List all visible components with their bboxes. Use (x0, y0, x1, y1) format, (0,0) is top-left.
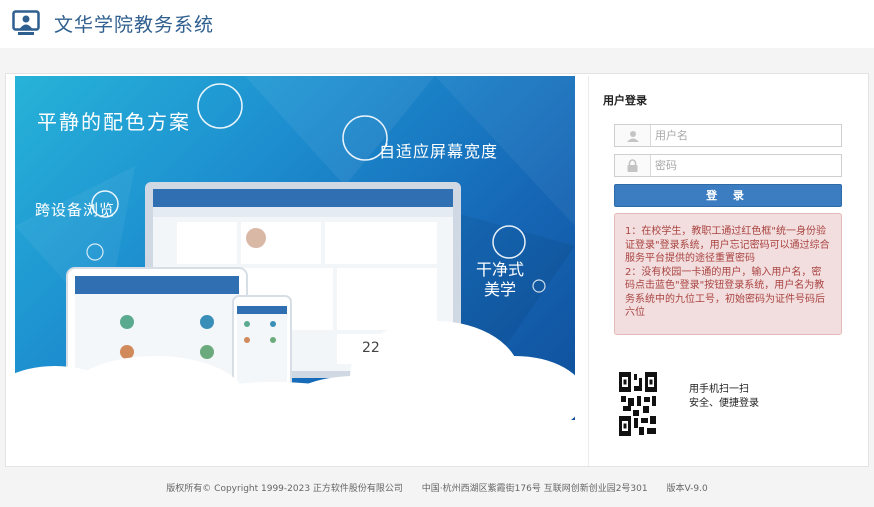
qr-caption: 用手机扫一扫 安全、便捷登录 (689, 383, 759, 411)
login-button[interactable]: 登 录 (614, 184, 842, 207)
page-footer: 版权所有© Copyright 1999-2023 正方软件股份有限公司 中国·… (0, 481, 874, 494)
login-notice: 1：在校学生，教职工通过红色框"统一身份验证登录"登录系统，用户忘记密码可以通过… (614, 213, 842, 335)
calendar-day: 22 (362, 340, 380, 356)
footer-copyright: 版权所有© Copyright 1999-2023 正方软件股份有限公司 (166, 484, 403, 494)
username-input[interactable] (655, 127, 835, 144)
footer-version: 版本V-9.0 (666, 484, 708, 494)
qr-caption-line-2: 安全、便捷登录 (689, 398, 759, 409)
system-title: 文华学院教务系统 (54, 14, 215, 36)
lock-icon (615, 155, 651, 176)
top-header: 文华学院教务系统 (0, 0, 874, 48)
username-field[interactable] (614, 124, 842, 147)
slogan-adaptive-width: 自适应屏幕宽度 (379, 142, 499, 161)
login-panel: 用户登录 登 录 1：在校学生，教职工通过红色框"统一身份验证登录"登录系统，用… (588, 76, 842, 466)
slogan-cross-device: 跨设备浏览 (35, 201, 116, 219)
qr-code-icon (619, 372, 657, 436)
login-title: 用户登录 (603, 94, 647, 107)
notice-item-1: 1：在校学生，教职工通过红色框"统一身份验证登录"登录系统，用户忘记密码可以通过… (625, 226, 830, 264)
password-field[interactable] (614, 154, 842, 177)
promo-banner: 22 平静的配色方案 自适应屏幕宽度 跨设备浏览 干净式美学 (15, 76, 575, 420)
notice-item-2: 2：没有校园一卡通的用户，输入用户名，密码点击蓝色"登录"按钮登录系统，用户名为… (625, 266, 825, 319)
footer-address: 中国·杭州西湖区紫霞街176号 互联网创新创业园2号301 (421, 484, 648, 494)
slogan-color-scheme: 平静的配色方案 (37, 110, 191, 134)
monitor-user-icon (12, 10, 40, 35)
password-input[interactable] (655, 157, 835, 174)
qr-caption-line-1: 用手机扫一扫 (689, 384, 749, 395)
user-icon (615, 125, 651, 146)
slogan-clean-aesthetics: 干净式美学 (475, 260, 524, 299)
